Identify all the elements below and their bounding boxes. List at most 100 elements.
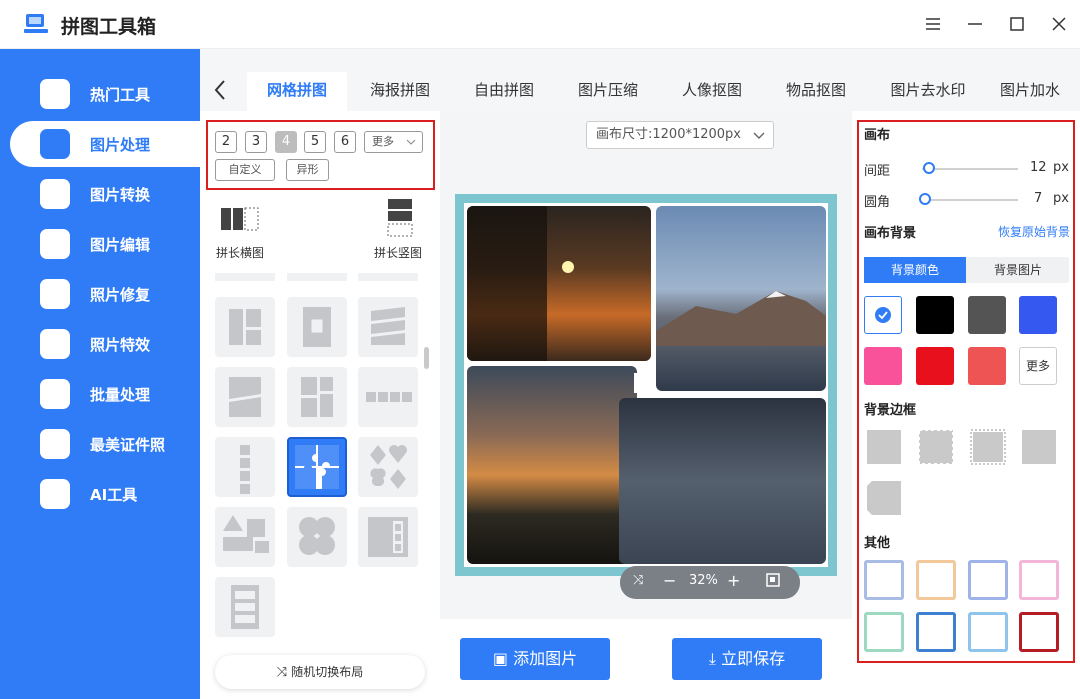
- sidebar-item-id-photo[interactable]: 最美证件照: [0, 421, 200, 467]
- minimize-icon[interactable]: [963, 12, 987, 36]
- layout-template[interactable]: [215, 367, 275, 427]
- photo-repair-icon: [40, 279, 70, 309]
- canvas-section-title: 画布: [864, 128, 891, 143]
- layout-template-puzzle-selected[interactable]: [287, 437, 347, 497]
- photo-cell-mountain-lake[interactable]: [656, 206, 826, 391]
- tab-free-collage[interactable]: 自由拼图: [456, 72, 552, 111]
- tab-grid-collage[interactable]: 网格拼图: [247, 72, 347, 111]
- template-partial[interactable]: [215, 273, 275, 281]
- photo-effects-icon: [40, 329, 70, 359]
- sidebar: 热门工具 图片处理 图片转换 图片编辑 照片修复 照片特效 批量处理 最美证件照…: [0, 49, 200, 699]
- photo-cell-seagulls-water[interactable]: [619, 398, 826, 564]
- layout-template[interactable]: [215, 577, 275, 637]
- count-button-5[interactable]: 5: [304, 131, 326, 153]
- horizontal-layout-icon[interactable]: [220, 206, 260, 236]
- bg-color-tab[interactable]: 背景颜色: [864, 257, 966, 283]
- tab-image-compress[interactable]: 图片压缩: [560, 72, 656, 111]
- sidebar-item-image-edit[interactable]: 图片编辑: [0, 221, 200, 267]
- zoom-in-icon[interactable]: +: [727, 571, 740, 590]
- irregular-button[interactable]: 异形: [286, 159, 329, 181]
- zoom-level: 32%: [689, 573, 718, 588]
- border-style-wavy[interactable]: [968, 427, 1008, 467]
- tab-remove-watermark[interactable]: 图片去水印: [873, 72, 983, 111]
- layout-template[interactable]: [358, 437, 418, 497]
- color-swatch-black[interactable]: [916, 296, 954, 334]
- tab-object-cutout[interactable]: 物品抠图: [768, 72, 864, 111]
- color-swatch-blue[interactable]: [1019, 296, 1057, 334]
- batch-icon: [40, 379, 70, 409]
- color-swatch-gray[interactable]: [968, 296, 1006, 334]
- count-button-2[interactable]: 2: [215, 131, 237, 153]
- canvas-size-label: 画布尺寸:1200*1200px: [596, 127, 741, 142]
- layout-template[interactable]: [287, 507, 347, 567]
- photo-cell-sunset-wires[interactable]: [467, 366, 637, 564]
- spacing-slider-knob[interactable]: [923, 162, 935, 174]
- layout-template[interactable]: [358, 507, 418, 567]
- photo-cell-sunset-buildings[interactable]: [467, 206, 651, 361]
- border-style-plain[interactable]: [864, 427, 904, 467]
- border-style-torn[interactable]: [864, 478, 904, 518]
- color-swatch-white-selected[interactable]: [864, 296, 902, 334]
- color-swatch-red[interactable]: [916, 347, 954, 385]
- custom-button[interactable]: 自定义: [215, 159, 275, 181]
- save-now-button[interactable]: ⤓ 立即保存: [672, 638, 822, 680]
- template-partial[interactable]: [358, 273, 418, 281]
- hot-tools-icon: [40, 79, 70, 109]
- layout-template[interactable]: [358, 367, 418, 427]
- layout-template[interactable]: [287, 297, 347, 357]
- scrollbar[interactable]: [424, 347, 429, 369]
- frame-template[interactable]: [1019, 560, 1059, 600]
- sidebar-item-image-convert[interactable]: 图片转换: [0, 171, 200, 217]
- tab-poster-collage[interactable]: 海报拼图: [352, 72, 448, 111]
- layout-template[interactable]: [287, 367, 347, 427]
- restore-background-link[interactable]: 恢复原始背景: [998, 223, 1070, 240]
- tab-add-watermark[interactable]: 图片加水: [1000, 72, 1080, 111]
- download-icon: ⤓: [708, 649, 722, 668]
- frame-template[interactable]: [968, 612, 1008, 652]
- frame-template[interactable]: [916, 612, 956, 652]
- shuffle-icon[interactable]: ⤨: [633, 573, 643, 588]
- vertical-layout-icon[interactable]: [386, 197, 416, 239]
- menu-icon[interactable]: [921, 12, 945, 36]
- sidebar-item-image-processing[interactable]: 图片处理: [10, 121, 200, 167]
- count-button-3[interactable]: 3: [245, 131, 267, 153]
- layout-template[interactable]: [358, 297, 418, 357]
- sidebar-item-ai-tools[interactable]: AI工具: [0, 471, 200, 517]
- spacing-slider[interactable]: [922, 168, 1018, 170]
- sidebar-item-photo-effects[interactable]: 照片特效: [0, 321, 200, 367]
- template-partial[interactable]: [287, 273, 347, 281]
- frame-template[interactable]: [968, 560, 1008, 600]
- random-layout-button[interactable]: ⤨ 随机切换布局: [215, 655, 425, 689]
- radius-slider[interactable]: [922, 199, 1018, 201]
- radius-slider-knob[interactable]: [919, 193, 931, 205]
- sidebar-item-batch[interactable]: 批量处理: [0, 371, 200, 417]
- collage-canvas[interactable]: [455, 194, 837, 576]
- sidebar-item-photo-repair[interactable]: 照片修复: [0, 271, 200, 317]
- border-style-stamp[interactable]: [916, 427, 956, 467]
- tab-portrait-cutout[interactable]: 人像抠图: [664, 72, 760, 111]
- bg-image-tab[interactable]: 背景图片: [967, 257, 1069, 283]
- count-button-6[interactable]: 6: [334, 131, 356, 153]
- back-arrow-icon[interactable]: [213, 79, 227, 105]
- more-colors-button[interactable]: 更多: [1019, 347, 1057, 385]
- layout-template[interactable]: [215, 297, 275, 357]
- zoom-out-icon[interactable]: −: [663, 571, 676, 590]
- count-button-4[interactable]: 4: [275, 131, 297, 153]
- layout-template[interactable]: [215, 437, 275, 497]
- border-style-rough[interactable]: [1019, 427, 1059, 467]
- frame-template[interactable]: [1019, 612, 1059, 652]
- sidebar-item-hot-tools[interactable]: 热门工具: [0, 71, 200, 117]
- frame-template[interactable]: [864, 612, 904, 652]
- close-icon[interactable]: [1047, 12, 1071, 36]
- fit-screen-icon[interactable]: [766, 573, 780, 591]
- frame-template[interactable]: [916, 560, 956, 600]
- add-image-button[interactable]: ▣ 添加图片: [460, 638, 610, 680]
- color-swatch-light-red[interactable]: [968, 347, 1006, 385]
- layout-template[interactable]: [215, 507, 275, 567]
- color-swatch-pink[interactable]: [864, 347, 902, 385]
- canvas-size-dropdown[interactable]: 画布尺寸:1200*1200px: [586, 121, 774, 149]
- frame-template[interactable]: [864, 560, 904, 600]
- more-count-dropdown[interactable]: 更多: [364, 131, 423, 153]
- maximize-icon[interactable]: [1005, 12, 1029, 36]
- canvas-area: 画布尺寸:1200*1200px ⤨ − 32% + ▣ 添加图片 ⤓ 立即保存: [440, 111, 852, 699]
